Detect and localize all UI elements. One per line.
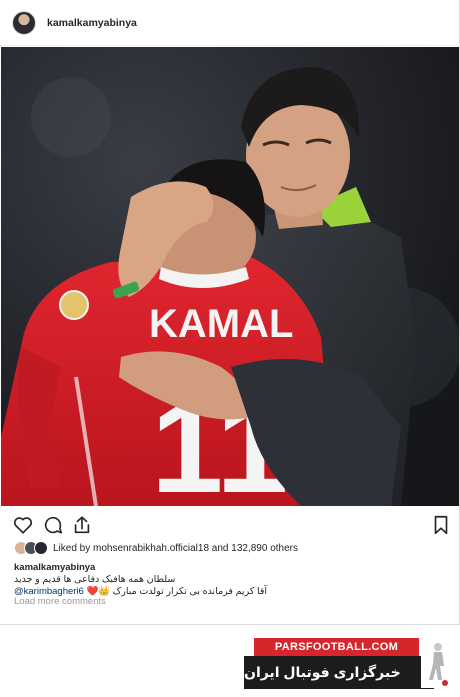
share-arrow-icon[interactable] — [71, 514, 93, 536]
instagram-post: kamalkamyabinya KAMAL 11 Liked by mohsen… — [0, 0, 460, 625]
parsfootball-watermark: PARSFOOTBALL.COM خبرگزاری فوتبال ایران — [244, 638, 453, 689]
likes-row: Liked by mohsenrabikhah.official18 and 1… — [14, 540, 298, 556]
post-photo[interactable]: KAMAL 11 — [1, 47, 459, 506]
comment-bubble-icon[interactable] — [42, 514, 64, 536]
heart-outline-icon[interactable] — [12, 514, 34, 536]
likes-count[interactable]: Liked by mohsenrabikhah.official18 and 1… — [53, 543, 298, 554]
user-avatar[interactable] — [12, 10, 36, 35]
bookmark-icon[interactable] — [430, 514, 452, 536]
post-caption: kamalkamyabinya سلطان همه هافبک دفاعی ها… — [14, 562, 444, 598]
caption-username[interactable]: kamalkamyabinya — [14, 562, 444, 574]
watermark-site: PARSFOOTBALL.COM — [254, 638, 419, 656]
jersey-name: KAMAL — [149, 302, 293, 346]
player-silhouette-logo-icon — [421, 640, 453, 688]
post-username[interactable]: kamalkamyabinya — [47, 17, 137, 29]
action-bar — [0, 512, 459, 538]
post-header: kamalkamyabinya — [0, 0, 459, 46]
caption-line: سلطان همه هافبک دفاعی ها قدیم و جدید — [14, 574, 176, 585]
photo-illustration: KAMAL 11 — [1, 47, 459, 506]
load-more-comments-link[interactable]: Load more comments — [14, 596, 106, 607]
caption-line: آقا کریم فرمانده بی تکرار تولدت مبارک — [112, 586, 268, 597]
liker-avatar[interactable] — [34, 541, 48, 555]
watermark-tagline: خبرگزاری فوتبال ایران — [244, 656, 434, 689]
